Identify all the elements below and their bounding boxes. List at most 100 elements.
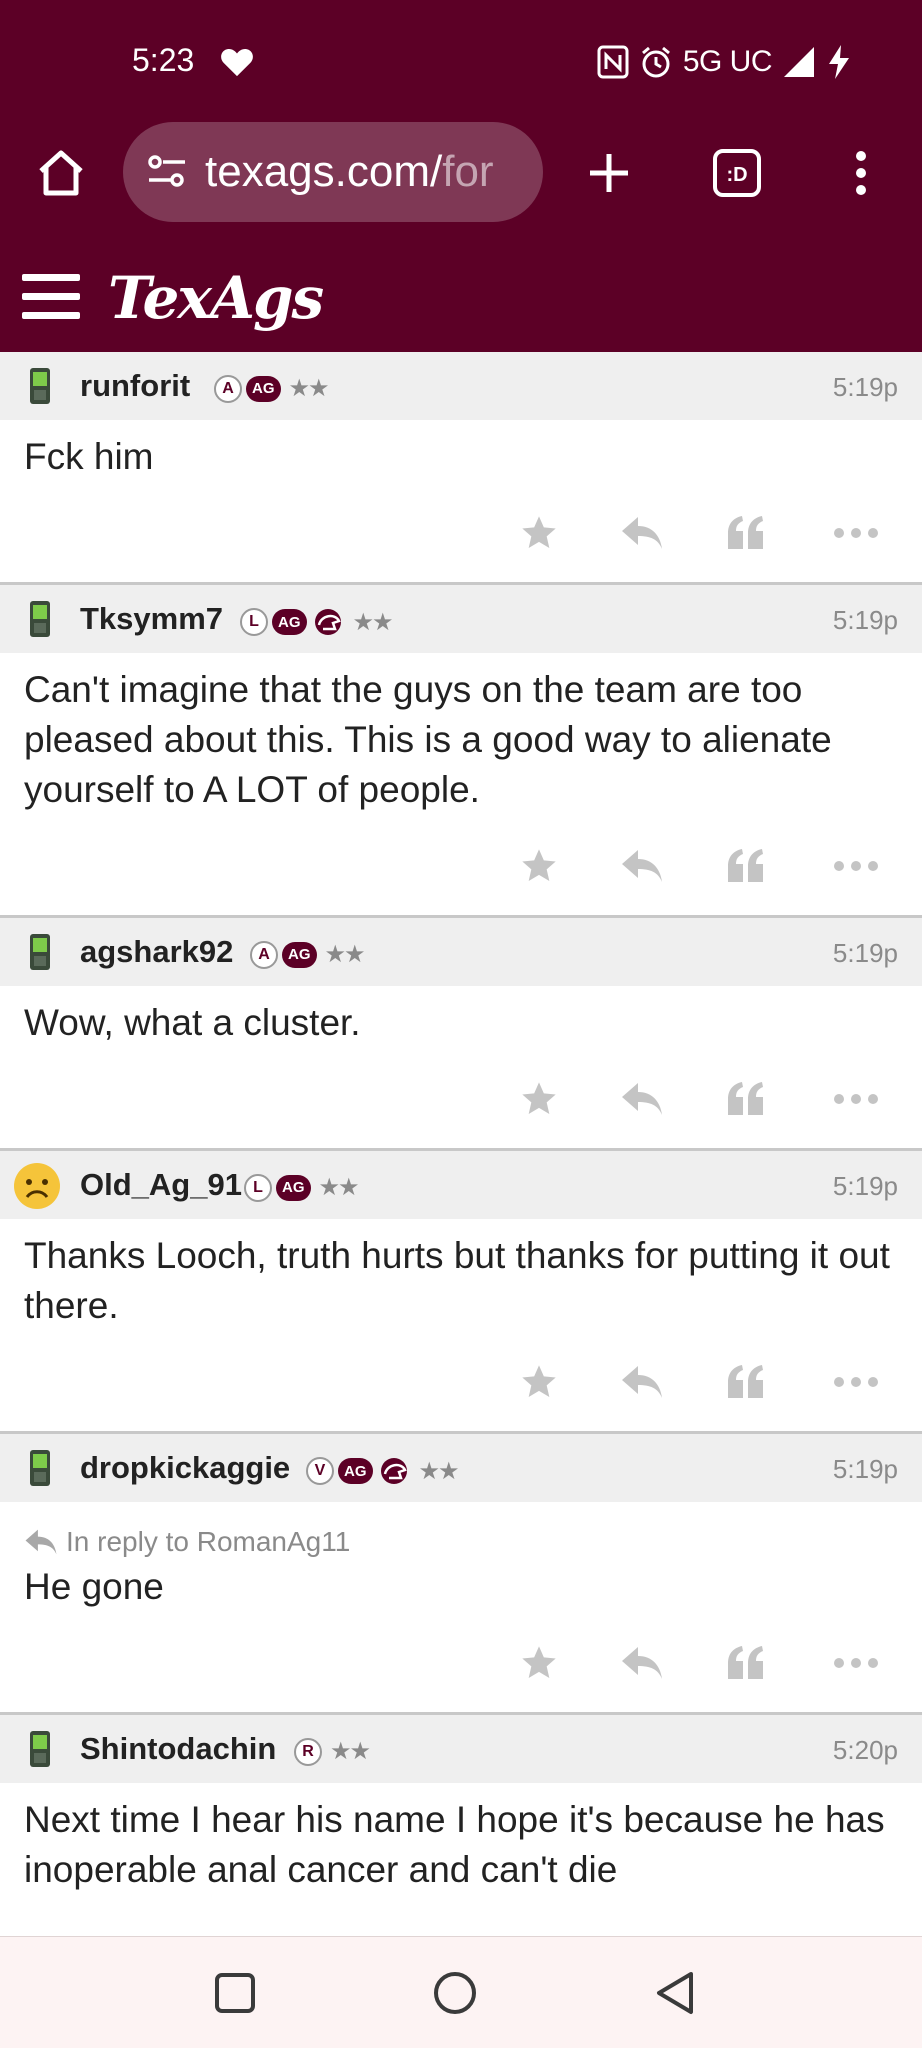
star-rating: ★★: [318, 1174, 360, 1201]
post-time: 5:19p: [832, 605, 898, 635]
favorite-button[interactable]: [511, 1638, 567, 1688]
user-badges: A AG ★★: [250, 940, 366, 969]
badge-ag: AG: [338, 1458, 373, 1484]
user-badges: V AG ★★: [306, 1456, 460, 1486]
username[interactable]: Tksymm7: [80, 601, 223, 637]
home-button[interactable]: [26, 138, 96, 208]
back-button[interactable]: [643, 1961, 707, 2025]
home-icon: [39, 150, 83, 196]
badge-letter: R: [294, 1737, 322, 1766]
post-actions: [0, 1612, 922, 1712]
post-text: Wow, what a cluster.: [24, 1002, 361, 1043]
post-header: Old_Ag_91 L AG ★★ 5:19p: [0, 1151, 922, 1219]
quote-button[interactable]: [718, 1638, 774, 1688]
favorite-button[interactable]: [511, 508, 567, 558]
star-icon: [522, 1646, 556, 1678]
post-actions: [0, 482, 922, 582]
new-tab-button[interactable]: [574, 138, 644, 208]
tab-switcher-button[interactable]: :D: [702, 138, 772, 208]
quote-button[interactable]: [718, 1074, 774, 1124]
star-icon: [522, 516, 556, 548]
recents-icon: [215, 1973, 255, 2013]
more-button[interactable]: [828, 1638, 884, 1688]
badge-letter: V: [306, 1457, 334, 1485]
post-actions: [0, 1048, 922, 1148]
favorite-button[interactable]: [511, 1357, 567, 1407]
more-horizontal-icon: [834, 528, 878, 538]
more-button[interactable]: [828, 1074, 884, 1124]
reply-icon: [622, 850, 662, 882]
post-header: Shintodachin R ★★ 5:20p: [0, 1715, 922, 1783]
recents-button[interactable]: [203, 1961, 267, 2025]
favorite-button[interactable]: [511, 841, 567, 891]
post-body: Fck him: [0, 420, 922, 482]
badge-ag: AG: [276, 1174, 311, 1201]
post-text: Next time I hear his name I hope it's be…: [24, 1799, 885, 1890]
post: dropkickaggie V AG ★★ 5:19p In reply to …: [0, 1434, 922, 1715]
post-header: runforit A AG ★★ 5:19p: [0, 352, 922, 420]
post-body: Next time I hear his name I hope it's be…: [0, 1783, 922, 1895]
address-bar[interactable]: texags.com/for: [123, 122, 543, 222]
post-header: dropkickaggie V AG ★★ 5:19p: [0, 1434, 922, 1502]
quote-button[interactable]: [718, 508, 774, 558]
star-rating: ★★: [352, 608, 394, 636]
status-icons: 5G UC: [597, 40, 852, 84]
reply-button[interactable]: [614, 841, 670, 891]
reply-button[interactable]: [614, 508, 670, 558]
helmet-badge-icon: [314, 609, 341, 635]
signal-icon: [784, 47, 814, 77]
more-button[interactable]: [828, 841, 884, 891]
browser-menu-button[interactable]: [826, 138, 896, 208]
post-time: 5:19p: [832, 1171, 898, 1201]
reply-icon: [622, 1647, 662, 1679]
post-text: Can't imagine that the guys on the team …: [24, 669, 832, 810]
status-time: 5:23: [132, 42, 195, 78]
reply-context-label: In reply to RomanAg11: [66, 1526, 351, 1557]
worried-face-avatar-icon: [14, 1163, 60, 1209]
site-settings-icon[interactable]: [143, 148, 191, 196]
tab-count: :D: [726, 164, 747, 186]
post: runforit A AG ★★ 5:19p Fck him: [0, 352, 922, 585]
post-header: agshark92 A AG ★★ 5:19p: [0, 918, 922, 986]
more-horizontal-icon: [834, 861, 878, 871]
username[interactable]: agshark92: [80, 934, 233, 970]
reply-context[interactable]: In reply to RomanAg11: [24, 1522, 898, 1562]
texags-logo[interactable]: TexAgs: [108, 264, 324, 332]
more-vertical-icon: [856, 151, 866, 195]
username[interactable]: runforit: [80, 368, 190, 404]
post: Shintodachin R ★★ 5:20p Next time I hear…: [0, 1715, 922, 1895]
post: agshark92 A AG ★★ 5:19p Wow, what a clus…: [0, 918, 922, 1151]
username[interactable]: dropkickaggie: [80, 1450, 290, 1486]
quote-button[interactable]: [718, 841, 774, 891]
menu-icon[interactable]: [22, 274, 80, 320]
more-button[interactable]: [828, 1357, 884, 1407]
thread-feed: runforit A AG ★★ 5:19p Fck him Tksymm7 L…: [0, 352, 922, 1936]
star-rating: ★★: [330, 1738, 371, 1765]
badge-letter: A: [214, 374, 242, 403]
quote-button[interactable]: [718, 1357, 774, 1407]
post-time: 5:20p: [832, 1735, 898, 1765]
reply-button[interactable]: [614, 1357, 670, 1407]
browser-chrome: 5:23 5G UC texags.com/for:D TexAgs: [0, 0, 922, 352]
reply-icon: [622, 1366, 662, 1398]
post-text: Thanks Looch, truth hurts but thanks for…: [24, 1235, 890, 1326]
reply-button[interactable]: [614, 1074, 670, 1124]
network-label: 5G UC: [682, 45, 773, 78]
favorite-button[interactable]: [511, 1074, 567, 1124]
reply-icon: [622, 1083, 662, 1115]
reply-button[interactable]: [614, 1638, 670, 1688]
system-nav-bar: [0, 1936, 922, 2048]
user-badges: L AG ★★: [240, 607, 394, 637]
home-nav-button[interactable]: [423, 1961, 487, 2025]
reply-icon: [622, 517, 662, 549]
home-circle-icon: [434, 1972, 476, 2014]
phone-avatar-icon: [30, 1731, 50, 1767]
post-time: 5:19p: [832, 1454, 898, 1484]
reply-icon: [25, 1529, 57, 1555]
post-header: Tksymm7 L AG ★★ 5:19p: [0, 585, 922, 653]
post-body: Can't imagine that the guys on the team …: [0, 653, 922, 815]
more-button[interactable]: [828, 508, 884, 558]
username[interactable]: Shintodachin: [80, 1731, 276, 1767]
more-horizontal-icon: [834, 1094, 878, 1104]
username[interactable]: Old_Ag_91: [80, 1167, 242, 1203]
